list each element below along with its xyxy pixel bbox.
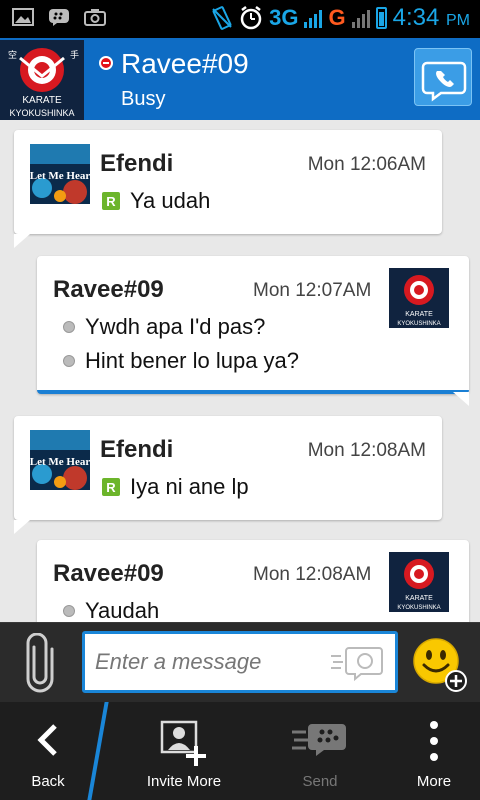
message-text: Hint bener lo lupa ya? (63, 348, 299, 374)
delivered-icon (63, 355, 75, 367)
add-contact-icon (160, 720, 206, 766)
action-bar: Back Invite More Send More (0, 702, 480, 800)
invite-more-label: Invite More (146, 773, 222, 790)
send-label: Send (302, 773, 338, 790)
message-bubble-outgoing: Ravee#09 Mon 12:07AM KARATE KYOKUSHINKA … (37, 256, 469, 406)
alarm-icon (240, 6, 262, 30)
svg-text:Let Me Hear: Let Me Hear (30, 170, 90, 182)
svg-text:手: 手 (70, 49, 79, 61)
phone-icon (421, 61, 467, 102)
contact-avatar[interactable]: 空 手 KARATE KYOKUSHINKA (0, 40, 84, 120)
message-bubble-incoming: Let Me Hear Efendi Mon 12:08AM R Iya ni … (14, 416, 442, 534)
sender-name: Ravee#09 (53, 560, 164, 587)
clock: 4:34 PM (392, 4, 470, 31)
signal-strength-icon-2 (351, 8, 370, 28)
message-time: Mon 12:08AM (307, 440, 426, 461)
back-label: Back (31, 773, 65, 790)
camera-icon (84, 9, 106, 26)
message-text: R Ya udah (102, 188, 210, 214)
sender-avatar[interactable]: Let Me Hear (30, 144, 90, 204)
back-arrow-icon (37, 724, 57, 756)
sender-name: Ravee#09 (53, 276, 164, 303)
svg-text:KYOKUSHINKA: KYOKUSHINKA (397, 321, 440, 327)
svg-text:KARATE: KARATE (22, 95, 62, 106)
more-label: More (416, 773, 452, 790)
battery-icon (375, 7, 387, 29)
sender-avatar[interactable]: KARATE KYOKUSHINKA (389, 268, 449, 328)
svg-text:KYOKUSHINKA: KYOKUSHINKA (9, 108, 74, 118)
more-options-icon (430, 721, 438, 761)
system-indicators: 3G G 4:34 PM (211, 4, 470, 32)
network-type-3g: 3G (269, 5, 299, 30)
message-input[interactable] (95, 646, 335, 678)
sender-name: Efendi (100, 436, 174, 463)
status-bar: 3G G 4:34 PM (0, 0, 480, 38)
delivered-icon (63, 605, 75, 617)
gallery-icon (12, 8, 34, 26)
voice-call-button[interactable] (414, 48, 472, 106)
busy-status-icon (99, 56, 113, 70)
sender-name: Efendi (100, 150, 174, 177)
sender-avatar[interactable]: KARATE KYOKUSHINKA (389, 552, 449, 612)
notification-icons (12, 8, 106, 26)
message-input-box[interactable] (82, 631, 398, 693)
more-button[interactable]: More (388, 702, 480, 800)
network-type-g: G (328, 5, 346, 30)
contact-name: Ravee#09 (121, 48, 249, 79)
message-time: Mon 12:06AM (307, 154, 426, 175)
emoticon-icon[interactable] (412, 637, 468, 693)
delivered-icon (63, 321, 75, 333)
svg-text:KARATE: KARATE (405, 595, 433, 602)
message-text: Ywdh apa I'd pas? (63, 314, 265, 340)
message-time: Mon 12:07AM (253, 280, 372, 301)
attach-icon[interactable] (24, 633, 56, 693)
svg-text:KYOKUSHINKA: KYOKUSHINKA (397, 605, 440, 611)
send-message-icon[interactable] (329, 644, 385, 682)
message-bubble-incoming: Let Me Hear Efendi Mon 12:06AM R Ya udah (14, 130, 442, 248)
message-text: Yaudah (63, 598, 159, 622)
vibrate-icon (212, 6, 232, 30)
message-bubble-outgoing: Ravee#09 Mon 12:08AM KARATE KYOKUSHINKA … (37, 540, 469, 622)
contact-status: Busy (121, 88, 166, 110)
message-text: R Iya ni ane lp (102, 474, 249, 500)
read-receipt-icon: R (102, 192, 120, 210)
send-button[interactable]: Send (268, 702, 372, 800)
message-time: Mon 12:08AM (253, 564, 372, 585)
chat-header: 空 手 KARATE KYOKUSHINKA Ravee#09 Busy (0, 38, 480, 120)
svg-text:空: 空 (8, 49, 17, 61)
invite-more-button[interactable]: Invite More (128, 702, 240, 800)
read-receipt-icon: R (102, 478, 120, 496)
svg-text:Let Me Hear: Let Me Hear (30, 456, 90, 468)
chat-history[interactable]: Let Me Hear Efendi Mon 12:06AM R Ya udah… (0, 120, 480, 622)
sender-avatar[interactable]: Let Me Hear (30, 430, 90, 490)
bbm-send-icon (292, 724, 346, 756)
back-button[interactable]: Back (0, 702, 96, 800)
svg-text:KARATE: KARATE (405, 311, 433, 318)
signal-strength-icon (304, 8, 323, 28)
bbm-icon (49, 9, 69, 26)
message-composer (0, 622, 480, 702)
